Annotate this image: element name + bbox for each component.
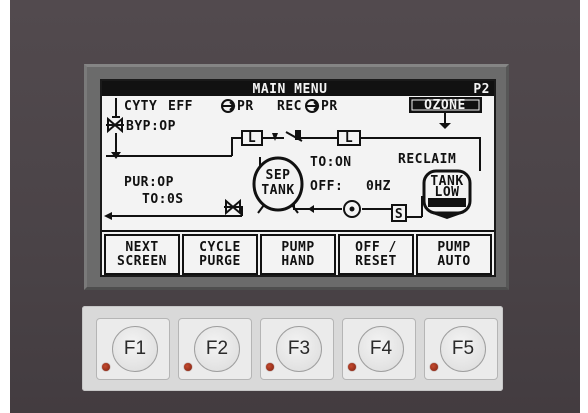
f4-led-indicator bbox=[348, 363, 356, 371]
f1-key-face[interactable]: F1 bbox=[112, 326, 158, 372]
f3-key[interactable]: F3 bbox=[260, 318, 334, 380]
eff-pump-icon bbox=[221, 99, 236, 113]
softkey-label-line2: RESET bbox=[355, 253, 397, 269]
softkey-off-reset[interactable]: OFF / RESET bbox=[338, 234, 414, 275]
sep-tank-label: TANK bbox=[261, 183, 294, 198]
tank-low-line2: LOW bbox=[435, 185, 460, 200]
softkey-label-line1: NEXT bbox=[125, 239, 159, 255]
page-number: P2 bbox=[473, 82, 490, 97]
f2-key[interactable]: F2 bbox=[178, 318, 252, 380]
f2-led-indicator bbox=[184, 363, 192, 371]
valve-stem-icon bbox=[295, 130, 301, 140]
bypass-status: BYP:OP bbox=[126, 119, 176, 134]
eff-label: EFF bbox=[168, 99, 193, 114]
softkey-pump-hand[interactable]: PUMP HAND bbox=[260, 234, 336, 275]
reclaim-label: RECLAIM bbox=[398, 152, 456, 167]
softkey-label-line1: PUMP bbox=[437, 239, 471, 255]
sensor-label: S bbox=[395, 207, 403, 222]
screen-title: MAIN MENU bbox=[253, 82, 328, 97]
level-box-1-label: L bbox=[248, 131, 256, 146]
softkey-next-screen[interactable]: NEXT SCREEN bbox=[104, 234, 180, 275]
outlet-arrow-icon bbox=[104, 212, 112, 220]
ozone-arrow-icon bbox=[439, 123, 451, 129]
purge-timer: TO:0S bbox=[142, 192, 184, 207]
rec-label: REC bbox=[277, 99, 302, 114]
softkey-label-line1: CYCLE bbox=[199, 239, 241, 255]
cyty-label: CYTY bbox=[124, 99, 157, 114]
timer-on-status: TO:ON bbox=[310, 155, 352, 170]
ozone-label: OZONE bbox=[424, 98, 466, 113]
rec-pump-icon bbox=[305, 99, 320, 113]
softkey-pump-auto[interactable]: PUMP AUTO bbox=[416, 234, 492, 275]
pump-off-label: OFF: bbox=[310, 179, 343, 194]
bypass-valve-icon bbox=[106, 116, 124, 134]
f4-key-face[interactable]: F4 bbox=[358, 326, 404, 372]
f5-key[interactable]: F5 bbox=[424, 318, 498, 380]
pump-frequency: 0HZ bbox=[366, 179, 391, 194]
f2-key-face[interactable]: F2 bbox=[194, 326, 240, 372]
f3-key-face[interactable]: F3 bbox=[276, 326, 322, 372]
softkey-label-line2: HAND bbox=[281, 253, 315, 269]
sep-label: SEP bbox=[266, 168, 291, 183]
purge-valve-icon bbox=[224, 198, 242, 216]
f1-key[interactable]: F1 bbox=[96, 318, 170, 380]
f5-led-indicator bbox=[430, 363, 438, 371]
softkey-label-line2: SCREEN bbox=[117, 253, 167, 269]
purge-status: PUR:OP bbox=[124, 175, 174, 190]
rec-pr-label: PR bbox=[321, 99, 338, 114]
softkey-label-line1: PUMP bbox=[281, 239, 315, 255]
function-keypad: F1 F2 F3 F4 F5 bbox=[82, 306, 503, 391]
softkey-label-line1: OFF / bbox=[355, 239, 397, 255]
softkey-cycle-purge[interactable]: CYCLE PURGE bbox=[182, 234, 258, 275]
f5-key-face[interactable]: F5 bbox=[440, 326, 486, 372]
level-box-2-label: L bbox=[345, 131, 353, 146]
softkey-label-line2: PURGE bbox=[199, 253, 241, 269]
f4-key[interactable]: F4 bbox=[342, 318, 416, 380]
eff-pr-label: PR bbox=[237, 99, 254, 114]
softkey-row: NEXT SCREEN CYCLE PURGE PUMP HAND OFF / … bbox=[102, 234, 494, 275]
f3-led-indicator bbox=[266, 363, 274, 371]
softkey-label-line2: AUTO bbox=[437, 253, 471, 269]
f1-led-indicator bbox=[102, 363, 110, 371]
